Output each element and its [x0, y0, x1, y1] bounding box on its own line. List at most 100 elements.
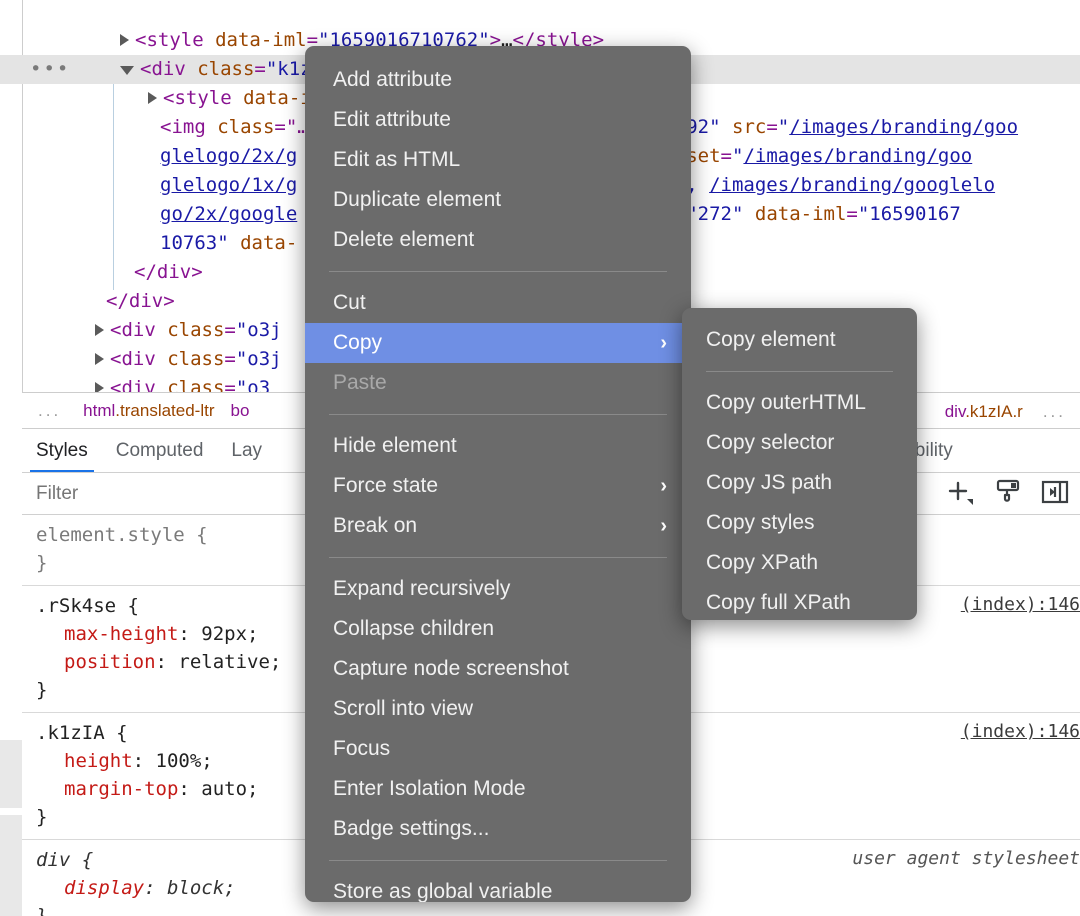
context-menu-item[interactable]: Edit as HTML: [305, 140, 691, 180]
dom-token-tag: </div>: [134, 261, 203, 283]
css-property-name[interactable]: display: [64, 877, 144, 899]
css-property-value[interactable]: 100%;: [156, 750, 213, 772]
context-menu-item-label: Collapse children: [333, 617, 494, 640]
dom-token-val: 10763": [160, 232, 229, 254]
expand-arrow-icon[interactable]: [95, 382, 104, 393]
dom-row-content: <div class="o3j: [95, 345, 282, 374]
rule-selector[interactable]: div: [36, 849, 70, 871]
toggle-sidebar-icon[interactable]: [1040, 478, 1070, 511]
expand-arrow-icon[interactable]: [95, 324, 104, 336]
rule-selector[interactable]: .rSk4se: [36, 595, 116, 617]
filter-input[interactable]: [22, 482, 318, 506]
context-menu-item-label: Enter Isolation Mode: [333, 777, 526, 800]
context-menu-item[interactable]: Cut: [305, 283, 691, 323]
tab-layout[interactable]: Lay: [217, 429, 276, 473]
context-menu-item[interactable]: Store as global variable: [305, 872, 691, 902]
dom-token-val: "o3j: [236, 348, 282, 370]
css-property-name[interactable]: margin-top: [64, 778, 178, 800]
breadcrumb-item-div[interactable]: div.k1zIA.r: [937, 402, 1031, 422]
context-menu-item[interactable]: Capture node screenshot: [305, 649, 691, 689]
css-property-name[interactable]: position: [64, 651, 156, 673]
context-menu-item[interactable]: Badge settings...: [305, 809, 691, 849]
dom-tree-row[interactable]: [0, 0, 1080, 26]
dom-token-link[interactable]: /images/branding/goo: [789, 116, 1018, 138]
submenu-item[interactable]: Copy styles: [682, 503, 917, 543]
tab-computed[interactable]: Computed: [102, 429, 218, 473]
expand-arrow-icon[interactable]: [148, 92, 157, 104]
chevron-right-icon: ›: [660, 506, 667, 546]
expand-arrow-open-icon[interactable]: [120, 66, 134, 75]
context-menu-items[interactable]: Add attributeEdit attributeEdit as HTMLD…: [305, 46, 691, 902]
context-menu-item[interactable]: Scroll into view: [305, 689, 691, 729]
dom-token-tag: =: [224, 377, 235, 392]
context-menu-item[interactable]: Focus: [305, 729, 691, 769]
copy-submenu-items[interactable]: Copy elementCopy outerHTMLCopy selectorC…: [682, 308, 917, 620]
submenu-item[interactable]: Copy selector: [682, 423, 917, 463]
rule-source-link[interactable]: (index):146: [961, 594, 1080, 615]
context-menu-item-label: Edit attribute: [333, 108, 451, 131]
context-menu-item[interactable]: Collapse children: [305, 609, 691, 649]
dom-token-plain: [721, 116, 732, 138]
context-menu-item[interactable]: Expand recursively: [305, 569, 691, 609]
rule-origin-label: user agent stylesheet: [852, 848, 1080, 869]
css-colon: :: [133, 750, 156, 772]
submenu-item[interactable]: Copy JS path: [682, 463, 917, 503]
expand-arrow-icon[interactable]: [120, 34, 129, 46]
css-property-value[interactable]: 92px;: [201, 623, 258, 645]
tab-styles[interactable]: Styles: [22, 429, 102, 473]
dom-token-tag: =: [224, 348, 235, 370]
submenu-item[interactable]: Copy full XPath: [682, 583, 917, 620]
dom-row-content: 10763" data-: [160, 229, 297, 258]
dom-token-link[interactable]: /images/branding/goo: [743, 145, 972, 167]
styles-toolbar[interactable]: [946, 473, 1070, 515]
dom-token-tag: =: [766, 116, 777, 138]
context-menu-item[interactable]: Duplicate element: [305, 180, 691, 220]
context-menu-item[interactable]: Edit attribute: [305, 100, 691, 140]
breadcrumb-right-group[interactable]: div.k1zIA.r ...: [927, 393, 1080, 429]
submenu-item[interactable]: Copy XPath: [682, 543, 917, 583]
css-property-value[interactable]: auto;: [201, 778, 258, 800]
chevron-right-icon: ›: [660, 323, 667, 363]
dom-row-content: <div class="o3: [95, 374, 270, 392]
css-property-name[interactable]: max-height: [64, 623, 178, 645]
breadcrumb-overflow-dots[interactable]: ...: [22, 401, 75, 421]
context-menu-item[interactable]: Delete element: [305, 220, 691, 260]
element-classes-icon[interactable]: [994, 478, 1022, 511]
expand-arrow-icon[interactable]: [95, 353, 104, 365]
breadcrumb-trailing-dots[interactable]: ...: [1031, 402, 1080, 422]
dom-token-attr: class: [217, 116, 274, 138]
copy-submenu[interactable]: Copy elementCopy outerHTMLCopy selectorC…: [682, 308, 917, 620]
breadcrumb-item-html[interactable]: html.translated-ltr: [75, 401, 222, 421]
submenu-item[interactable]: Copy outerHTML: [682, 383, 917, 423]
context-menu-item[interactable]: Enter Isolation Mode: [305, 769, 691, 809]
dom-token-link[interactable]: glelogo/1x/g: [160, 174, 297, 196]
dom-token-link[interactable]: /images/branding/googlelo: [709, 174, 995, 196]
dom-token-attr: src: [732, 116, 766, 138]
submenu-item[interactable]: Copy element: [682, 320, 917, 360]
dom-row-menu-dots[interactable]: •••: [30, 55, 70, 84]
context-menu-item-label: Badge settings...: [333, 817, 489, 840]
dom-token-attr: data-: [240, 232, 297, 254]
dom-token-link[interactable]: go/2x/google: [160, 203, 297, 225]
dom-token-link[interactable]: glelogo/2x/g: [160, 145, 297, 167]
context-menu-item-label: Copy: [333, 331, 382, 354]
rule-selector[interactable]: element.style: [36, 524, 185, 546]
dom-token-attr: class: [167, 377, 224, 392]
dom-token-tag: </div>: [106, 290, 175, 312]
rule-selector[interactable]: .k1zIA: [36, 722, 105, 744]
new-style-rule-icon[interactable]: [946, 479, 976, 510]
context-menu-item[interactable]: Hide element: [305, 426, 691, 466]
css-property-name[interactable]: height: [64, 750, 133, 772]
context-menu-item[interactable]: Force state›: [305, 466, 691, 506]
dom-token-attr: data-iml: [215, 29, 307, 51]
css-property-value[interactable]: relative;: [178, 651, 281, 673]
rule-open-brace: {: [105, 722, 128, 744]
css-property-value[interactable]: block;: [167, 877, 236, 899]
dom-context-menu[interactable]: Add attributeEdit attributeEdit as HTMLD…: [305, 46, 691, 902]
context-menu-item[interactable]: Break on›: [305, 506, 691, 546]
context-menu-item[interactable]: Copy ›: [305, 323, 691, 363]
context-menu-item[interactable]: Add attribute: [305, 60, 691, 100]
dom-token-tag: <div: [110, 348, 167, 370]
rule-source-link[interactable]: (index):146: [961, 721, 1080, 742]
breadcrumb-item-body[interactable]: bo: [223, 401, 258, 421]
